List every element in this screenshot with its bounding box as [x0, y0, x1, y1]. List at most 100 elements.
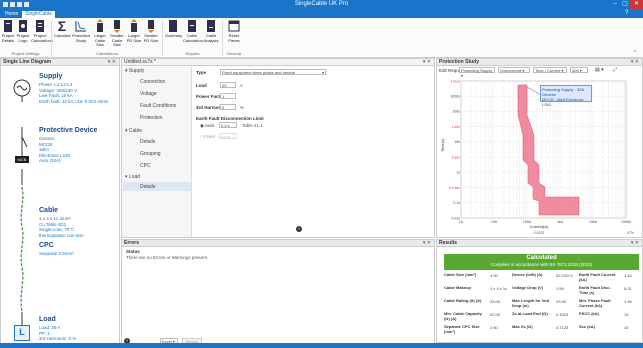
larger-pd-size-button[interactable]: Larger PD Size [126, 19, 142, 43]
project-logo-button[interactable]: Project Logo [16, 19, 30, 43]
x-tick-label: 100kA [621, 220, 632, 224]
cable-heading: Cable [39, 207, 59, 214]
result-value: 0.1523 [556, 312, 569, 317]
result-value: 32.00 [490, 312, 501, 317]
project-calculations-button[interactable]: Project Calculations [31, 19, 53, 43]
scale-select[interactable]: 400 ▾ [570, 67, 588, 73]
editor-tab-strip: Untitled.sc7x * ▾ ✕ [122, 59, 434, 66]
load-details: Load: 29 A PF: 1 3rd Harmonic: 0 % [39, 325, 77, 341]
auto-reference: Table 41.1 [242, 123, 263, 128]
errors-title: Errors [124, 240, 140, 246]
nav-cable-details[interactable]: Details [140, 139, 155, 145]
protective-device-details: Generic MCCB 16kA Electronic LSIG Auto (32A) [39, 136, 71, 163]
fixed-value[interactable]: 0.4 s [219, 133, 237, 139]
result-value: 10 [624, 325, 629, 330]
supply-heading: Supply [39, 73, 63, 80]
type-select[interactable]: Fixed equipment three phase and neutral ▾ [220, 69, 326, 75]
project-details-button[interactable]: Project Details [1, 19, 15, 43]
result-label: Cable Makeup [444, 285, 471, 290]
load-label: Load [196, 83, 207, 88]
window-title: SingleCable UK Pro [294, 1, 349, 7]
result-value: 3.7123 [556, 325, 569, 330]
result-value: 29.90 [556, 299, 567, 304]
calculate-button[interactable]: Σ Calculate [54, 19, 71, 39]
cpc-heading: CPC [39, 242, 54, 249]
nav-cpc[interactable]: CPC [140, 163, 151, 169]
protection-study-button[interactable]: Protection Study [72, 19, 90, 43]
y-tick-label: 0.01s [451, 216, 460, 220]
supply-icon[interactable] [13, 79, 31, 97]
sld-pin-icon[interactable]: ▾ ✕ [108, 59, 116, 66]
cable-analysis-button[interactable]: Cable Analysis [202, 19, 220, 43]
study-expand-icon[interactable]: ⤢ [613, 67, 617, 73]
document-tab[interactable]: Untitled.sc7x * [124, 59, 156, 65]
load-icon[interactable]: L [14, 325, 30, 341]
maximize-icon[interactable]: ▢ [620, 0, 630, 9]
result-label: Voltage Drop (V) [512, 285, 544, 290]
tab-home[interactable]: Home [2, 11, 21, 18]
power-factor-input[interactable]: 1 [220, 93, 236, 99]
help-icon[interactable]: ? [625, 10, 628, 16]
ribbon-tabs: Home SingleCable ? [0, 10, 643, 18]
larger-cable-size-button[interactable]: Larger Cable Size [92, 19, 108, 48]
ribbon-collapse-icon[interactable]: ^ [634, 50, 636, 56]
summary-button[interactable]: Summary [165, 19, 182, 39]
type-label: Type [196, 70, 207, 75]
protective-device-icon[interactable] [17, 127, 29, 157]
nav-voltage[interactable]: Voltage [140, 91, 157, 97]
result-value: 10 [624, 312, 629, 317]
result-label: Min. Phase Fault Current (kA) [579, 298, 611, 308]
results-header: Results ▾ ✕ [437, 240, 642, 247]
errors-panel: Errors ▾ ✕ Status There are no Errors or … [121, 239, 435, 348]
result-label: Cable Size (mm²) [444, 272, 477, 277]
title-bar: SingleCable UK Pro – ▢ ✕ [0, 0, 643, 10]
editor-nav: ▾ Supply Connection Voltage Fault Condit… [122, 67, 192, 237]
load-input[interactable]: 29 [220, 82, 236, 88]
result-label: Zs at Load End (Ω) [512, 311, 548, 316]
result-label: PSCC (kA) [579, 311, 600, 316]
nav-fault-conditions[interactable]: Fault Conditions [140, 103, 176, 109]
x-tick-label: 10A [491, 220, 498, 224]
result-value: 0.01 [624, 286, 632, 291]
help-icon[interactable]: ? [296, 226, 302, 232]
minimize-icon[interactable]: – [610, 0, 620, 9]
nav-load-details[interactable]: Details [140, 184, 155, 190]
result-value: 32.0/32.0 [556, 273, 573, 278]
y-tick-label: 1 min [451, 125, 460, 129]
result-value: 33.00 [490, 299, 501, 304]
nav-cable[interactable]: ▾ Cable [125, 128, 142, 134]
auto-value: 0.4 s [219, 122, 237, 128]
harmonic-input[interactable]: 0 [220, 104, 236, 110]
nav-selection-highlight [123, 182, 191, 191]
nav-connection[interactable]: Connection [140, 79, 165, 85]
nav-grouping[interactable]: Grouping [140, 151, 161, 157]
tab-singlecable[interactable]: SingleCable [22, 11, 55, 18]
study-menu-icon[interactable]: ▤ ▾ [595, 67, 604, 73]
smaller-cable-size-button[interactable]: Smaller Cable Size [109, 19, 125, 48]
protective-device-heading: Protective Device [39, 127, 98, 134]
study-title: Protection Study [439, 59, 480, 65]
axis-select[interactable]: Time / Current ▾ [533, 67, 567, 73]
group-project-settings: Project Settings [11, 51, 40, 56]
close-icon[interactable]: ✕ [630, 0, 643, 9]
nav-supply[interactable]: ▾ Supply [125, 68, 144, 74]
result-value: 1.59 [556, 286, 564, 291]
smaller-pd-size-button[interactable]: Smaller PD Size [143, 19, 159, 43]
sld-title: Single Line Diagram [3, 59, 52, 65]
mode-select[interactable]: Overcurrent ▾ [498, 67, 530, 73]
study-header: Protection Study ▾ ✕ [437, 59, 642, 66]
reset-panes-button[interactable]: Reset Panes [225, 19, 243, 43]
nav-load[interactable]: ▾ Load [125, 174, 140, 180]
single-line-diagram-panel: Single Line Diagram ▾ ✕ Supply Phase: L1-… [0, 58, 120, 348]
fixed-radio[interactable]: ○ Fixed [200, 134, 215, 139]
result-value: 1.94 [624, 299, 632, 304]
cpc-details: Separate 2.5mm² [39, 251, 74, 256]
group-general: General [226, 51, 242, 56]
supply-details: Phase: L1-L2-L3 Voltage: 400/230 V Line Fa… [39, 82, 109, 104]
nav-protection[interactable]: Protection [140, 115, 163, 121]
y-tick-label: 1 hour [450, 79, 461, 83]
auto-radio[interactable]: ◉ Auto [200, 123, 214, 129]
harmonic-unit: % [240, 105, 245, 110]
cable-calculation-button[interactable]: Cable Calculation [183, 19, 203, 43]
request-select[interactable]: Protecting Supply ▾ [459, 67, 495, 78]
